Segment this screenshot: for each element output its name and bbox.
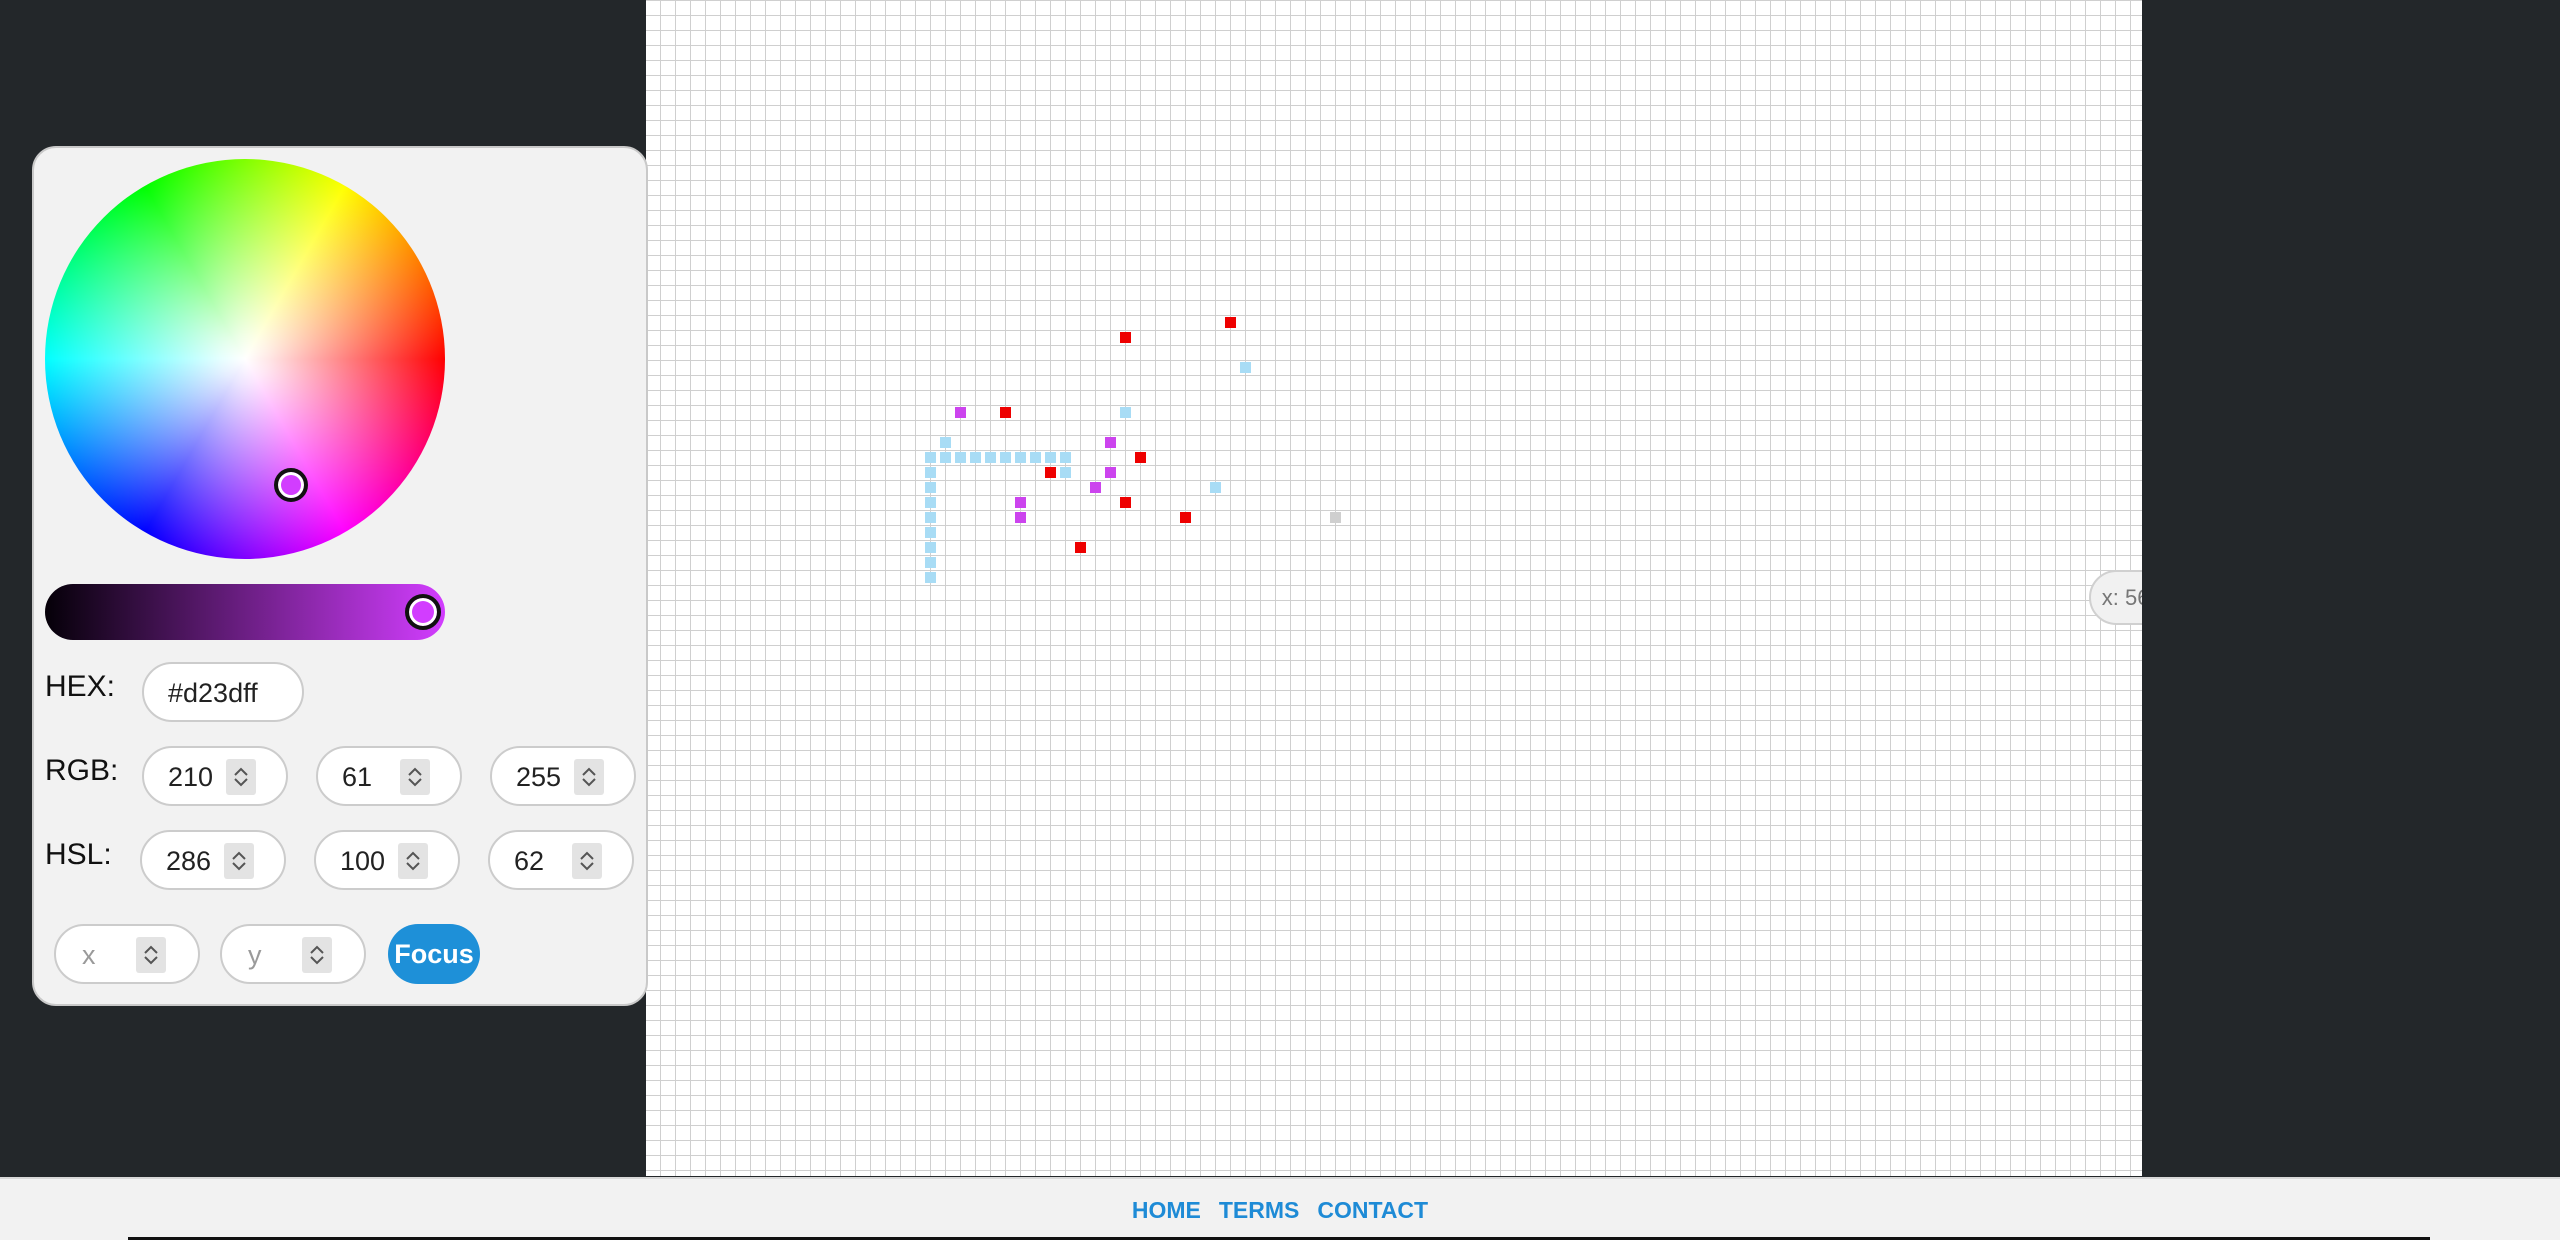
footer-link-terms[interactable]: TERMS [1219, 1197, 1300, 1224]
painted-pixel [1120, 332, 1131, 343]
focus-button[interactable]: Focus [388, 924, 480, 984]
coordinate-tooltip: x: 56 y: 43 [2089, 570, 2142, 625]
rgb-r-input[interactable]: 210 [142, 746, 288, 806]
color-wheel[interactable] [45, 159, 445, 559]
painted-pixel [1075, 542, 1086, 553]
hex-input-value: #d23dff [168, 678, 258, 708]
painted-pixel [1015, 452, 1026, 463]
chevron-up-icon[interactable] [581, 767, 597, 777]
painted-pixel [985, 452, 996, 463]
painted-pixel [1135, 452, 1146, 463]
hex-label: HEX: [45, 670, 116, 703]
footer-nav: HOME TERMS CONTACT [0, 1197, 2560, 1224]
hsl-s-value: 100 [340, 846, 386, 876]
chevron-down-icon[interactable] [233, 777, 249, 787]
painted-pixel [1030, 452, 1041, 463]
painted-pixel [925, 557, 936, 568]
rgb-g-value: 61 [342, 762, 373, 792]
painted-pixel [1060, 452, 1071, 463]
hsl-h-value: 286 [166, 846, 212, 876]
painted-pixel [1105, 437, 1116, 448]
hsl-s-spinner[interactable] [398, 843, 428, 879]
focus-x-placeholder: x [82, 940, 96, 970]
painted-pixel [925, 467, 936, 478]
footer-link-contact[interactable]: CONTACT [1317, 1197, 1428, 1224]
hsl-l-value: 62 [514, 846, 545, 876]
painted-pixel [1015, 497, 1026, 508]
chevron-up-icon[interactable] [231, 851, 247, 861]
rgb-g-input[interactable]: 61 [316, 746, 462, 806]
painted-pixel [1105, 467, 1116, 478]
chevron-down-icon[interactable] [405, 861, 421, 871]
painted-pixel [1015, 512, 1026, 523]
focus-y-input[interactable]: y [220, 924, 366, 984]
chevron-up-icon[interactable] [143, 945, 159, 955]
painted-pixel [925, 497, 936, 508]
lightness-slider-handle[interactable] [405, 594, 441, 630]
hex-input[interactable]: #d23dff [142, 662, 304, 722]
hsl-h-input[interactable]: 286 [140, 830, 286, 890]
painted-pixel [1330, 512, 1341, 523]
rgb-label: RGB: [45, 754, 119, 787]
painted-pixel [1210, 482, 1221, 493]
rgb-g-spinner[interactable] [400, 759, 430, 795]
chevron-up-icon[interactable] [309, 945, 325, 955]
painted-pixel [1120, 497, 1131, 508]
painted-pixel [1060, 467, 1071, 478]
painted-pixel [1090, 482, 1101, 493]
painted-pixel [1180, 512, 1191, 523]
chevron-down-icon[interactable] [407, 777, 423, 787]
painted-pixel [1240, 362, 1251, 373]
pixel-canvas[interactable]: x: 56 y: 43 [646, 0, 2142, 1176]
painted-pixel [970, 452, 981, 463]
rgb-b-value: 255 [516, 762, 562, 792]
color-wheel-handle[interactable] [274, 468, 308, 502]
rgb-b-spinner[interactable] [574, 759, 604, 795]
painted-pixel [955, 407, 966, 418]
lightness-slider[interactable] [45, 584, 445, 640]
focus-x-spinner[interactable] [136, 937, 166, 973]
rgb-r-value: 210 [168, 762, 214, 792]
hsl-l-input[interactable]: 62 [488, 830, 634, 890]
painted-pixel [1000, 407, 1011, 418]
focus-x-input[interactable]: x [54, 924, 200, 984]
painted-pixel [1120, 407, 1131, 418]
chevron-up-icon[interactable] [233, 767, 249, 777]
hsl-h-spinner[interactable] [224, 843, 254, 879]
painted-pixel [925, 572, 936, 583]
hsl-l-spinner[interactable] [572, 843, 602, 879]
chevron-down-icon[interactable] [579, 861, 595, 871]
painted-pixel [940, 452, 951, 463]
chevron-down-icon[interactable] [581, 777, 597, 787]
painted-pixel [1045, 467, 1056, 478]
chevron-up-icon[interactable] [405, 851, 421, 861]
painted-pixel [955, 452, 966, 463]
painted-pixel [1045, 452, 1056, 463]
painted-pixel [925, 512, 936, 523]
painted-pixel [925, 527, 936, 538]
focus-y-spinner[interactable] [302, 937, 332, 973]
color-picker-panel: HEX: #d23dff RGB: 210 61 255 HSL: 286 10… [32, 146, 648, 1006]
chevron-down-icon[interactable] [309, 955, 325, 965]
painted-pixel [925, 482, 936, 493]
coordinate-tooltip-text: x: 56 y: 43 [2101, 584, 2142, 610]
rgb-r-spinner[interactable] [226, 759, 256, 795]
hsl-s-input[interactable]: 100 [314, 830, 460, 890]
footer: HOME TERMS CONTACT [0, 1177, 2560, 1240]
chevron-up-icon[interactable] [407, 767, 423, 777]
rgb-b-input[interactable]: 255 [490, 746, 636, 806]
footer-link-home[interactable]: HOME [1132, 1197, 1201, 1224]
focus-y-placeholder: y [248, 940, 262, 970]
chevron-down-icon[interactable] [231, 861, 247, 871]
painted-pixel [1225, 317, 1236, 328]
chevron-down-icon[interactable] [143, 955, 159, 965]
painted-pixel [925, 452, 936, 463]
painted-pixel [1000, 452, 1011, 463]
hsl-label: HSL: [45, 838, 112, 871]
chevron-up-icon[interactable] [579, 851, 595, 861]
painted-pixel [925, 542, 936, 553]
painted-pixel [940, 437, 951, 448]
